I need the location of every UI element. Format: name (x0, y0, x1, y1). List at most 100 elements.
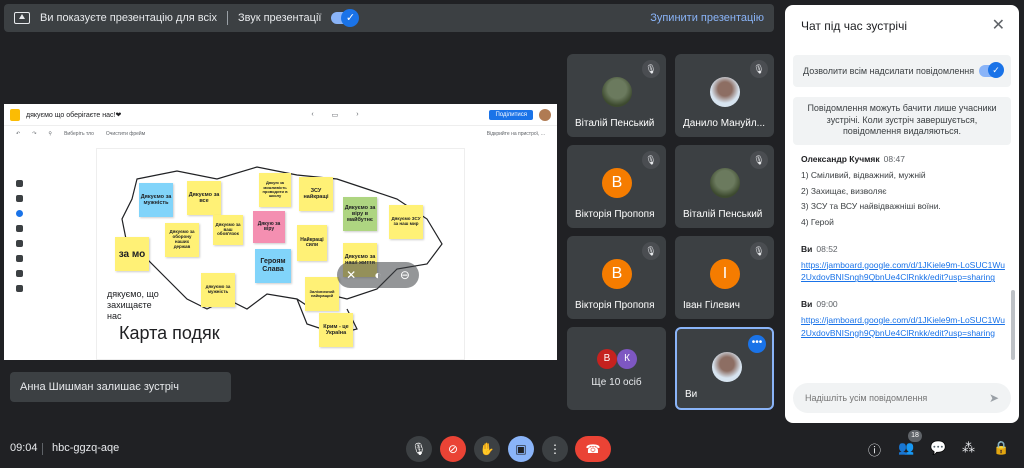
unpin-icon[interactable]: ✕ (346, 268, 356, 282)
mic-off-icon: 🎙 (750, 151, 768, 169)
camera-off-icon: ⊘ (447, 442, 459, 456)
mic-off-icon: 🎙 (750, 242, 768, 260)
activities-icon[interactable]: ⁂ (962, 440, 975, 456)
send-icon[interactable]: ➤ (989, 391, 999, 405)
chat-message: Ви 09:00 https://jamboard.google.com/d/1J… (801, 298, 1006, 339)
more-participants-label: Ще 10 осіб (591, 377, 642, 388)
chat-scrollbar[interactable] (1011, 290, 1015, 360)
message-link[interactable]: https://jamboard.google.com/d/1JKiele9m-… (801, 259, 1006, 285)
image-icon (15, 240, 23, 247)
mic-icon: 🎙 (411, 442, 427, 456)
chat-panel: Чат під час зустрічі ✕ Дозволити всім на… (785, 5, 1019, 423)
mic-off-icon: 🎙 (642, 60, 660, 78)
sticky-note-icon (15, 225, 23, 232)
avatar (539, 108, 551, 121)
raise-hand-button[interactable]: ✋ (474, 436, 500, 462)
allow-messages-label: Дозволити всім надсилати повідомлення (803, 66, 975, 76)
message-time: 09:00 (816, 299, 838, 309)
presentation-overlay-controls[interactable]: ✕ ◐ ⊖ (337, 262, 419, 288)
share-button: Поділитися (489, 109, 533, 120)
sticky-note: Дякуємо за мужність (139, 183, 173, 217)
jamboard-logo-icon (10, 108, 20, 121)
close-icon[interactable]: ✕ (992, 15, 1005, 35)
avatar: В (602, 168, 632, 198)
mic-button[interactable]: 🎙 (406, 436, 432, 462)
sticky-note: Дякую за віру (253, 211, 285, 243)
more-options-icon[interactable]: ••• (748, 335, 766, 353)
jamboard-header: дякуємо що оберігаєте нас!❤ ‹ ▭ › Поділи… (4, 104, 557, 126)
pen-icon (15, 180, 23, 187)
participant-name: Іван Гілевич (683, 300, 740, 311)
sticky-note: ЗСУ найкращі (299, 177, 333, 211)
message-line: 1) Сміливий, відважний, мужній (801, 169, 926, 180)
undo-icon: ↶ (16, 131, 21, 137)
more-participants-tile[interactable]: В К Ще 10 осіб (567, 327, 666, 410)
participant-tile[interactable]: 🎙 Данило Мануйл... (675, 54, 774, 137)
sticky-note: Дякуємо за ваш обов'язок (213, 215, 243, 245)
people-icon[interactable]: 👥 (898, 440, 914, 456)
allow-messages-toggle[interactable] (979, 62, 1004, 78)
text-box-icon (15, 270, 23, 277)
presenting-banner: Ви показуєте презентацію для всіх Звук п… (4, 4, 774, 32)
avatar (712, 352, 742, 382)
jamboard-toolbar: ↶ ↷ ⚲ Виберіть тло Очистити фрейм Відкри… (4, 126, 557, 142)
participant-name: Віталій Пенський (683, 209, 763, 220)
chat-messages: Олександр Кучмяк 08:47 1) Сміливий, відва… (801, 153, 1006, 378)
sticky-note: Дякуємо ЗСУ за наш мир (389, 205, 423, 239)
avatar (602, 77, 632, 107)
participant-tile[interactable]: 🎙 Віталій Пенський (675, 145, 774, 228)
sound-toggle[interactable] (331, 9, 360, 27)
avatar (710, 77, 740, 107)
sticky-note: за мо (115, 237, 149, 271)
avatar: В (602, 259, 632, 289)
toolbar-right-text: Відкрийте на пристрої, ... (486, 131, 545, 137)
divider (226, 11, 228, 25)
jamboard-title: дякуємо що оберігаєте нас!❤ (26, 111, 122, 119)
meeting-time: 09:04 (10, 442, 38, 454)
present-button[interactable]: ▣ (508, 436, 534, 462)
more-options-button[interactable]: ⋮ (542, 436, 568, 462)
participant-name: Ви (685, 389, 698, 400)
circle-icon (15, 255, 23, 262)
chat-icon[interactable]: 💬 (930, 440, 946, 456)
avatar: В (597, 349, 617, 369)
mic-off-icon: 🎙 (750, 60, 768, 78)
participant-tile[interactable]: 🎙 В Вікторія Пропопя (567, 145, 666, 228)
participant-tile[interactable]: 🎙 Віталій Пенський (567, 54, 666, 137)
camera-off-button[interactable]: ⊘ (440, 436, 466, 462)
participant-tile[interactable]: 🎙 В Вікторія Пропопя (567, 236, 666, 319)
toolbar-item: Виберіть тло (64, 131, 94, 137)
self-tile[interactable]: ••• Ви (675, 327, 774, 410)
stop-presenting-button[interactable]: Зупинити презентацію (650, 12, 764, 24)
sticky-note: Дякую за можливість проводити в школу (259, 173, 291, 207)
next-frame-icon: › (356, 110, 359, 118)
stop-icon[interactable]: ⊖ (400, 268, 410, 282)
select-icon (15, 210, 23, 217)
mic-off-icon: 🎙 (642, 151, 660, 169)
frame-icon: ▭ (331, 111, 339, 119)
prev-frame-icon: ‹ (311, 110, 314, 118)
sticky-note: Дякуємо за віру в майбутнє (343, 197, 377, 231)
sticky-note: Крим - це Україна (319, 313, 353, 347)
sticky-note: Дякуємо за оборону наших держав (165, 223, 199, 257)
leave-call-button[interactable]: ☎ (575, 436, 611, 462)
eraser-icon (15, 195, 23, 202)
hang-up-icon: ☎ (585, 442, 601, 456)
info-icon[interactable]: ⓘ (868, 440, 881, 459)
message-line: 4) Герой (801, 217, 834, 227)
mic-off-icon: 🎙 (642, 242, 660, 260)
volume-icon[interactable]: ◐ (374, 268, 381, 282)
host-controls-icon[interactable]: 🔒 (993, 440, 1009, 456)
more-vert-icon: ⋮ (549, 442, 561, 456)
sticky-note: Залізничний найкращий (305, 277, 339, 311)
chat-input[interactable] (793, 383, 1011, 413)
canvas-title: Карта подяк (119, 323, 220, 343)
message-time: 08:47 (883, 154, 905, 164)
participant-tile[interactable]: 🎙 І Іван Гілевич (675, 236, 774, 319)
laser-icon (15, 285, 23, 292)
message-link[interactable]: https://jamboard.google.com/d/1JKiele9m-… (801, 314, 1006, 340)
presenting-text: Ви показуєте презентацію для всіх (40, 12, 217, 24)
handwritten-text: дякуємо, що захищаєте нас (107, 289, 159, 321)
leave-notification: Анна Шишман залишає зустріч (10, 372, 231, 402)
participant-name: Вікторія Пропопя (575, 300, 655, 311)
